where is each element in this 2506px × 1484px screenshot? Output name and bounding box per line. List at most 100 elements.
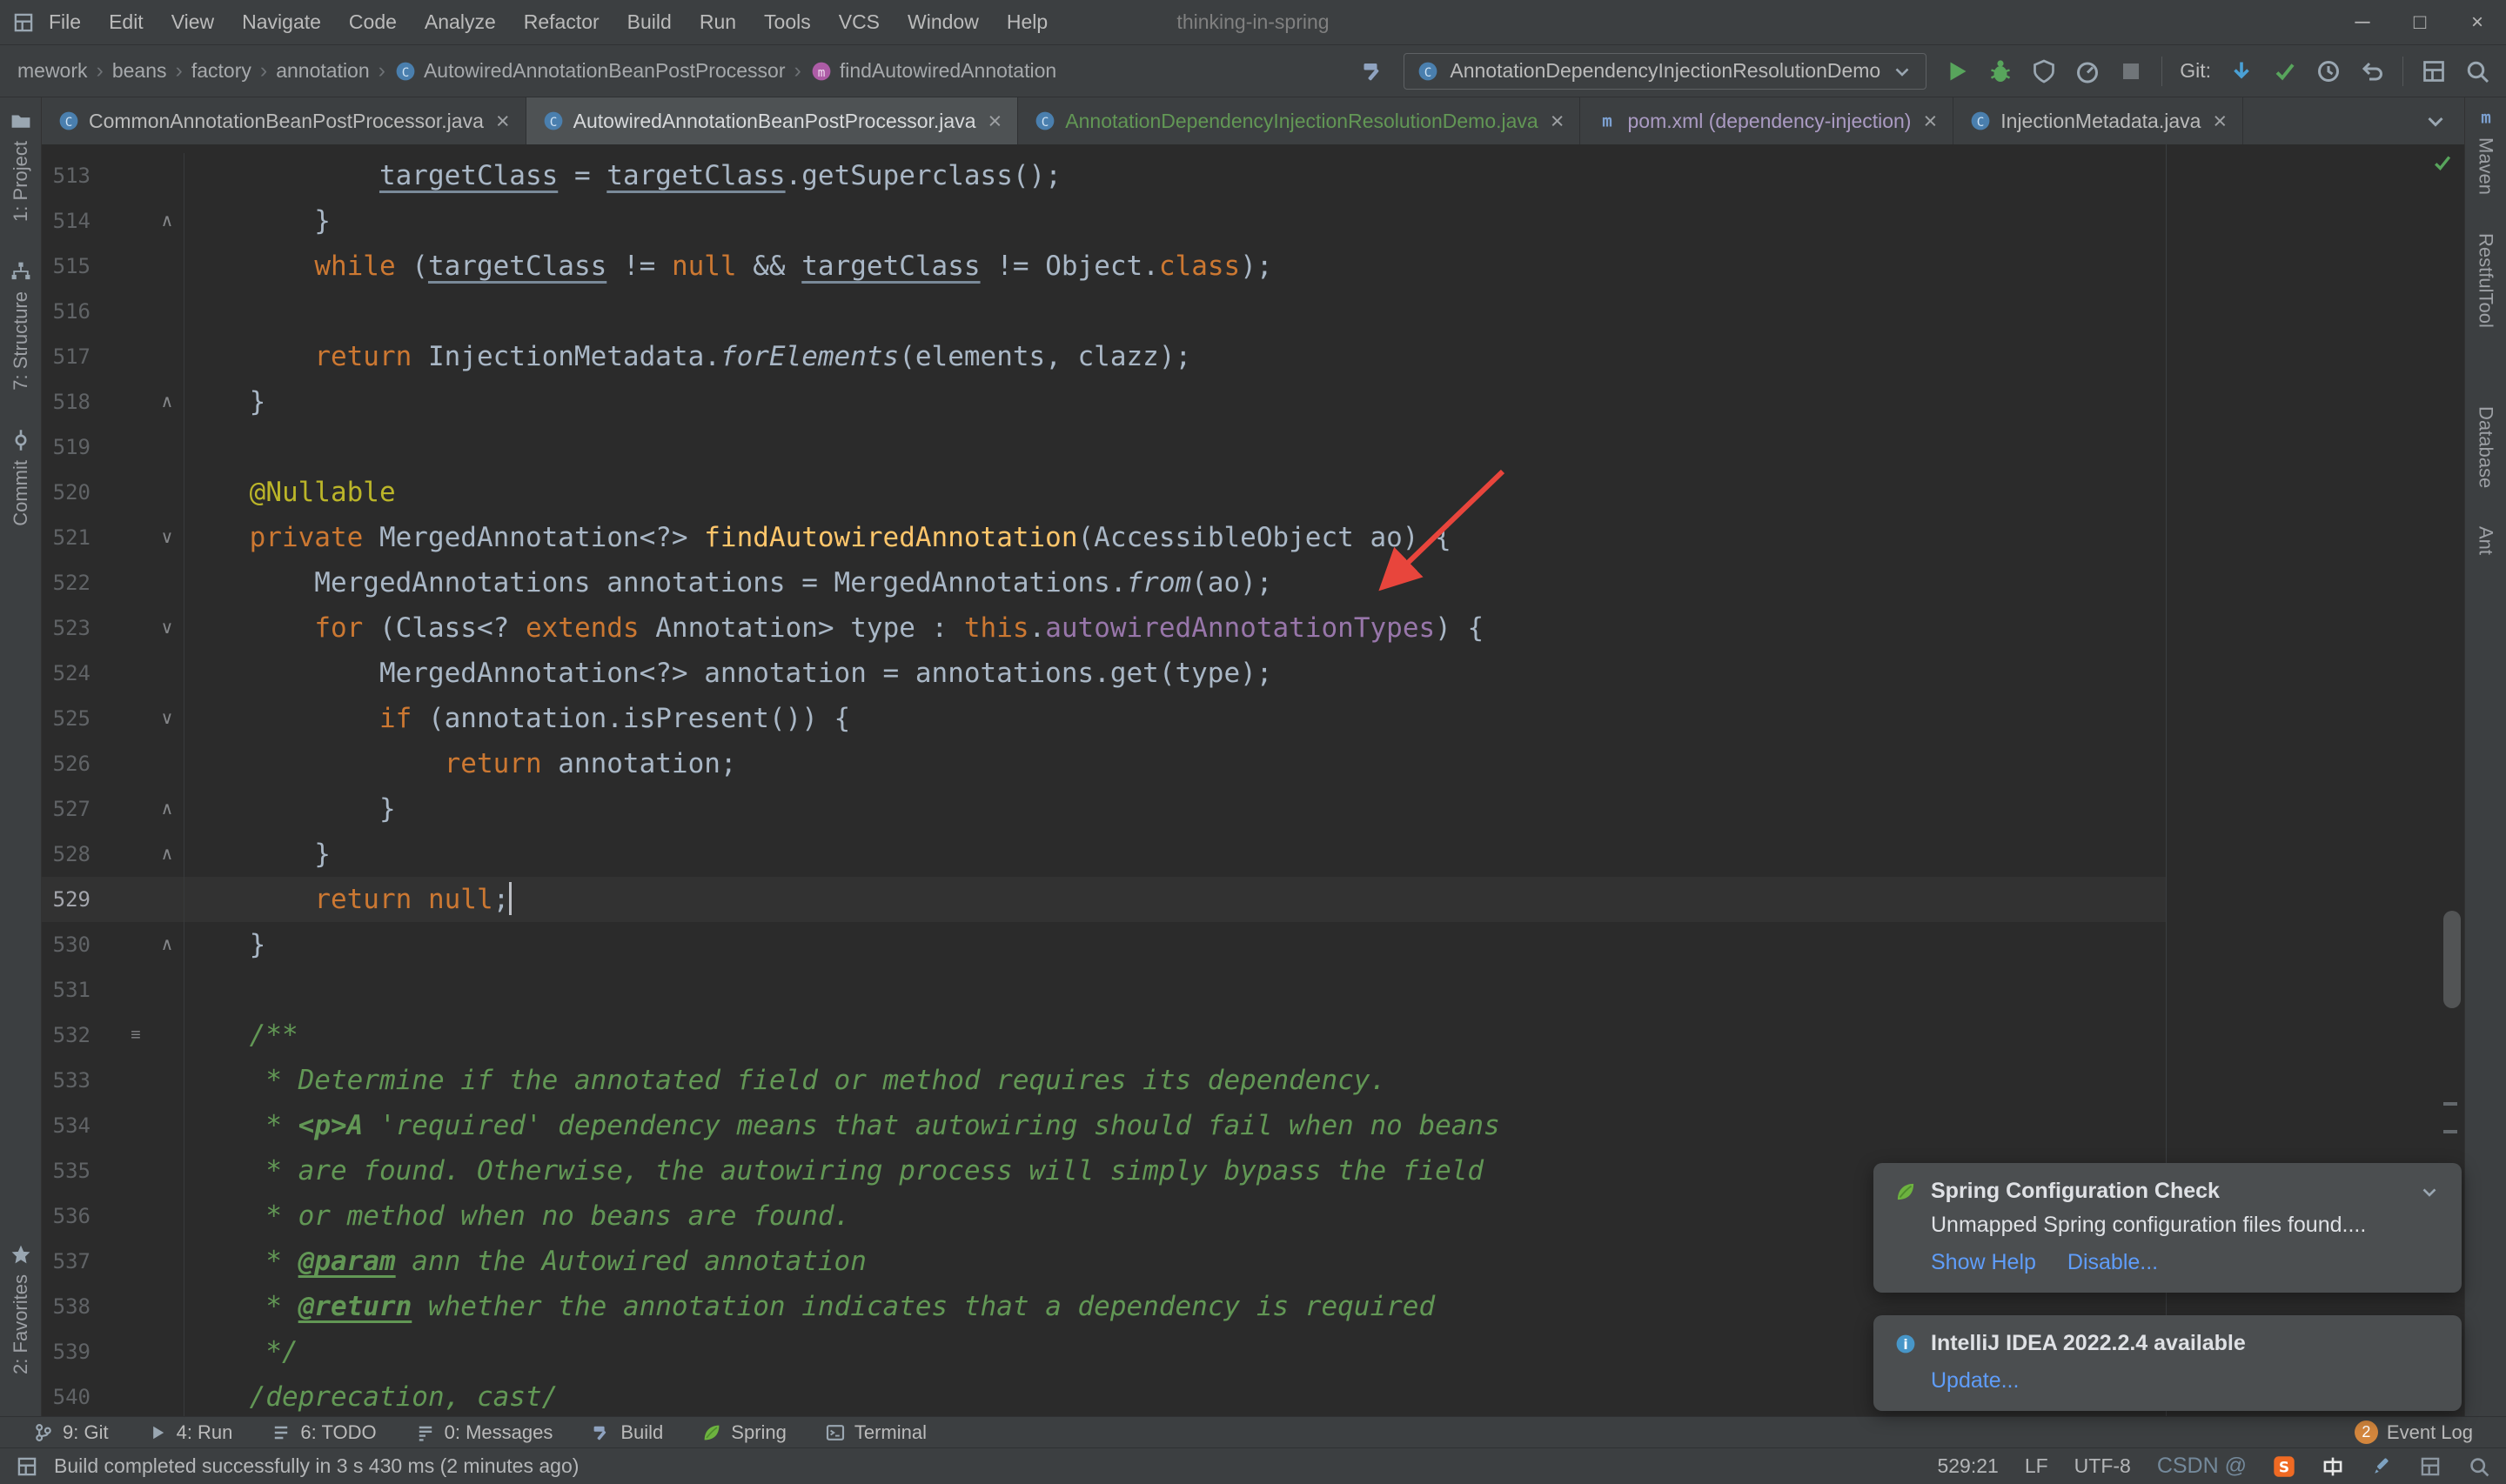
profiler-button[interactable]	[2074, 58, 2101, 84]
update-project-button[interactable]	[2228, 58, 2255, 84]
hidden-tabs-chevron-icon[interactable]	[2407, 108, 2464, 134]
fold-marker-icon[interactable]: ∧	[153, 379, 181, 424]
tool-window-button-6-todo[interactable]: 6: TODO	[255, 1421, 392, 1444]
line-number: 538	[42, 1284, 90, 1329]
notification-spring-config[interactable]: Spring Configuration Check Unmapped Spri…	[1873, 1163, 2462, 1293]
tool-window-button-0-messages[interactable]: 0: Messages	[399, 1421, 569, 1444]
render-doc-icon[interactable]: ≡	[122, 1013, 150, 1058]
maximize-button[interactable]: □	[2391, 0, 2449, 44]
breadcrumb-item[interactable]: mework	[16, 59, 90, 83]
menu-build[interactable]: Build	[613, 10, 686, 34]
line-separator[interactable]: LF	[2025, 1454, 2048, 1478]
tool-stripe-button[interactable]: Ant	[2475, 526, 2497, 555]
caret-position[interactable]: 529:21	[1937, 1454, 1998, 1478]
layout-button[interactable]	[2421, 58, 2447, 84]
tool-stripe-button[interactable]: 2: Favorites	[10, 1243, 32, 1374]
line-number: 535	[42, 1148, 90, 1193]
tool-window-switcher-icon[interactable]	[16, 1455, 38, 1478]
rollback-button[interactable]	[2359, 58, 2385, 84]
menu-navigate[interactable]: Navigate	[228, 10, 335, 34]
gutter: 522	[42, 560, 184, 605]
commit-button[interactable]	[2272, 58, 2298, 84]
tool-window-buttons: 9: Git 4: Run 6: TODO 0: Messages Build Sprin…	[17, 1421, 942, 1444]
code-token: /deprecation, cast/	[184, 1381, 558, 1413]
fold-marker-icon[interactable]: ∨	[153, 605, 181, 651]
fold-marker-icon[interactable]: ∨	[153, 515, 181, 560]
stop-button[interactable]	[2118, 58, 2144, 84]
event-log-button[interactable]: 2 Event Log	[2339, 1420, 2489, 1444]
editor-tab[interactable]: mpom.xml (dependency-injection)×	[1580, 97, 1953, 144]
code-token: 'required' dependency means that autowir…	[363, 1110, 1499, 1141]
fold-marker-icon[interactable]: ∧	[153, 832, 181, 877]
run-button[interactable]	[1944, 58, 1970, 84]
fold-marker-icon[interactable]: ∨	[153, 696, 181, 741]
menu-analyze[interactable]: Analyze	[411, 10, 510, 34]
code-token: (elements, clazz);	[899, 341, 1191, 372]
tool-window-button-4-run[interactable]: 4: Run	[131, 1421, 249, 1444]
tool-window-button-label: 9: Git	[63, 1421, 109, 1444]
menu-window[interactable]: Window	[894, 10, 993, 34]
file-encoding[interactable]: UTF-8	[2074, 1454, 2131, 1478]
fold-marker-icon[interactable]: ∧	[153, 786, 181, 832]
menu-run[interactable]: Run	[686, 10, 750, 34]
disable-link[interactable]: Disable...	[2067, 1250, 2158, 1275]
tab-close-icon[interactable]: ×	[988, 108, 1002, 135]
menu-file[interactable]: File	[35, 10, 95, 34]
tab-close-icon[interactable]: ×	[1923, 108, 1937, 135]
menu-help[interactable]: Help	[993, 10, 1062, 34]
coverage-button[interactable]	[2031, 58, 2057, 84]
tool-stripe-button[interactable]: Database	[2475, 406, 2497, 488]
code-token: MergedAnnotation<?>	[363, 522, 704, 553]
update-link[interactable]: Update...	[1931, 1368, 2019, 1394]
editor-tab[interactable]: CInjectionMetadata.java×	[1953, 97, 2243, 144]
tool-window-button-label: Terminal	[854, 1421, 927, 1444]
tool-stripe-button[interactable]: mMaven	[2475, 106, 2497, 195]
tool-stripe-button[interactable]: 1: Project	[10, 110, 32, 222]
tab-close-icon[interactable]: ×	[2213, 108, 2227, 135]
history-button[interactable]	[2315, 58, 2342, 84]
run-configuration-select[interactable]: C AnnotationDependencyInjectionResolutio…	[1404, 53, 1926, 90]
menu-view[interactable]: View	[157, 10, 228, 34]
breadcrumb-item[interactable]: beans	[111, 59, 169, 83]
tab-close-icon[interactable]: ×	[1551, 108, 1565, 135]
inspections-ok-icon[interactable]	[2431, 151, 2454, 174]
breadcrumb-item[interactable]: factory	[190, 59, 253, 83]
gutter: 517	[42, 334, 184, 379]
search-everywhere-button[interactable]	[2464, 58, 2490, 84]
show-help-link[interactable]: Show Help	[1931, 1250, 2036, 1275]
tool-window-button-build[interactable]: Build	[575, 1421, 679, 1444]
debug-button[interactable]	[1987, 58, 2014, 84]
menu-tools[interactable]: Tools	[750, 10, 825, 34]
gutter: 513	[42, 153, 184, 198]
code-token: *	[184, 1110, 298, 1141]
menu-vcs[interactable]: VCS	[825, 10, 894, 34]
tab-close-icon[interactable]: ×	[496, 108, 510, 135]
breadcrumb-item[interactable]: CAutowiredAnnotationBeanPostProcessor	[392, 59, 787, 83]
tool-stripe-button[interactable]: RestfulTool	[2475, 233, 2497, 328]
breadcrumb-item[interactable]: mfindAutowiredAnnotation	[808, 59, 1058, 83]
menu-code[interactable]: Code	[335, 10, 411, 34]
minimize-button[interactable]: ─	[2334, 0, 2391, 44]
menu-edit[interactable]: Edit	[95, 10, 157, 34]
tool-window-button-spring[interactable]: Spring	[686, 1421, 802, 1444]
chevron-down-icon[interactable]	[2418, 1180, 2441, 1203]
notification-title: IntelliJ IDEA 2022.2.4 available	[1931, 1331, 2246, 1356]
build-hammer-icon[interactable]	[1360, 58, 1386, 84]
menu-refactor[interactable]: Refactor	[510, 10, 613, 34]
tool-stripe-button[interactable]: 7: Structure	[10, 260, 32, 391]
editor-tab[interactable]: CCommonAnnotationBeanPostProcessor.java×	[42, 97, 526, 144]
tool-window-button-terminal[interactable]: Terminal	[809, 1421, 942, 1444]
editor-scrollbar[interactable]	[2443, 911, 2461, 1008]
close-button[interactable]: ×	[2449, 0, 2506, 44]
star-icon	[10, 1243, 32, 1266]
notification-ide-update[interactable]: i IntelliJ IDEA 2022.2.4 available Updat…	[1873, 1315, 2462, 1411]
tool-window-button-9-git[interactable]: 9: Git	[17, 1421, 124, 1444]
tool-stripe-button[interactable]: Commit	[10, 429, 32, 526]
editor-tab[interactable]: CAnnotationDependencyInjectionResolution…	[1018, 97, 1580, 144]
fold-marker-icon[interactable]: ∧	[153, 922, 181, 967]
fold-marker-icon[interactable]: ∧	[153, 198, 181, 244]
editor-tab[interactable]: CAutowiredAnnotationBeanPostProcessor.ja…	[526, 97, 1019, 144]
gutter: 535	[42, 1148, 184, 1193]
breadcrumb-item[interactable]: annotation	[274, 59, 371, 83]
code-token: @param	[298, 1246, 396, 1277]
